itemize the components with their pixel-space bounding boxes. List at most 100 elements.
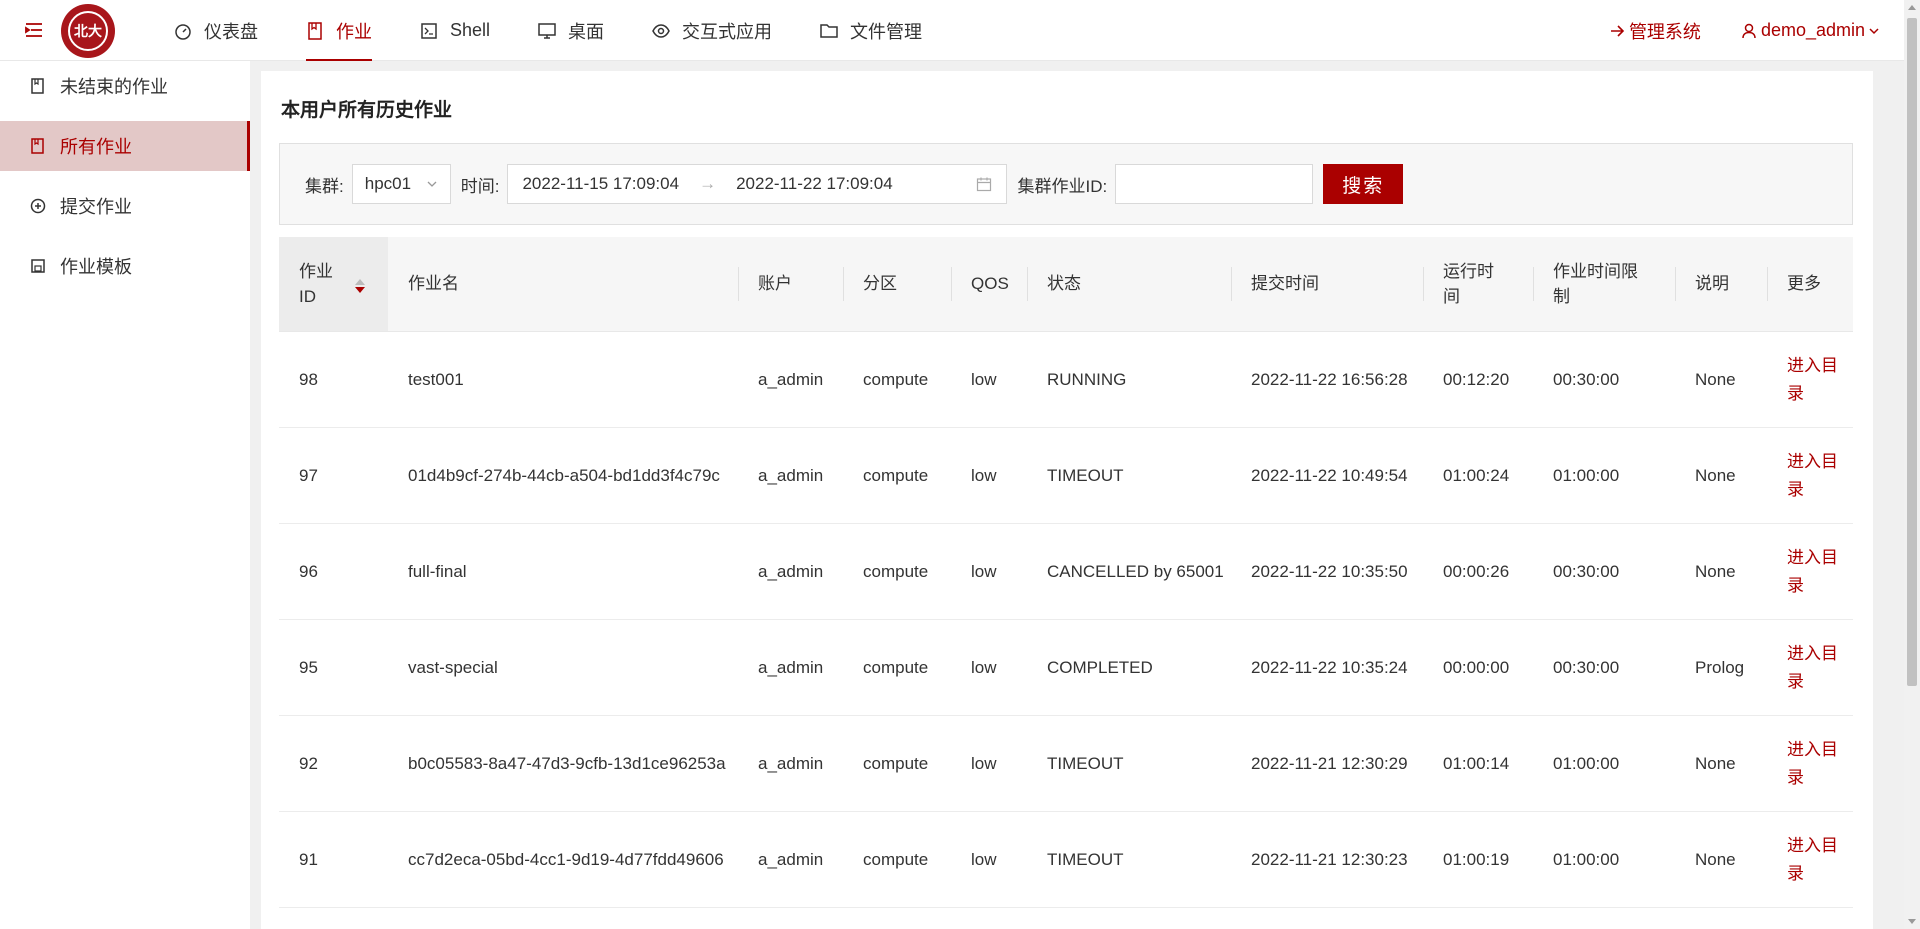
- column-header-more: 更多: [1767, 237, 1853, 331]
- table-row: 91 cc7d2eca-05bd-4cc1-9d19-4d77fdd49606 a_…: [279, 812, 1853, 908]
- enter-directory-link[interactable]: 进入目录: [1767, 332, 1853, 427]
- job-id-input[interactable]: [1115, 164, 1314, 204]
- time-start[interactable]: 2022-11-15 17:09:04: [522, 174, 679, 194]
- dashboard-icon: [175, 23, 191, 40]
- sidebar-item-job-templates[interactable]: 作业模板: [0, 241, 250, 291]
- nav-item-label: 桌面: [568, 21, 605, 42]
- logo[interactable]: 北大: [61, 4, 115, 58]
- admin-system-link[interactable]: 管理系统: [1609, 18, 1701, 44]
- cell-qos: low: [971, 849, 997, 869]
- nav-item-jobs[interactable]: 作业: [282, 0, 396, 61]
- table-row: 97 01d4b9cf-274b-44cb-a504-bd1dd3f4c79c a_…: [279, 428, 1853, 524]
- column-header-time-limit: 作业时间限制: [1533, 237, 1675, 331]
- job-id-label: 集群作业ID:: [1017, 176, 1108, 196]
- column-header-partition: 分区: [843, 237, 951, 331]
- column-header-elapsed: 运行时间: [1423, 237, 1533, 331]
- sidebar-item-submit-job[interactable]: 提交作业: [0, 181, 250, 231]
- book-icon: [308, 21, 322, 40]
- cluster-select-value: hpc01: [364, 174, 412, 193]
- search-button[interactable]: 搜索: [1323, 164, 1404, 204]
- cell-elapsed: 01:00:24: [1443, 465, 1510, 485]
- cell-reason: None: [1695, 369, 1736, 389]
- cell-time-limit: 00:30:00: [1553, 657, 1620, 677]
- scroll-up-arrow-icon[interactable]: [1908, 5, 1916, 10]
- cell-job-name: cc7d2eca-05bd-4cc1-9d19-4d77fdd49606: [408, 849, 724, 869]
- table-row: 96 full-final a_admin compute low CANCELLED b…: [279, 524, 1853, 620]
- cell-job-name: full-final: [408, 561, 467, 581]
- cell-partition: compute: [863, 369, 929, 389]
- cell-partition: compute: [863, 465, 929, 485]
- cell-reason: None: [1695, 753, 1736, 773]
- nav-item-interactive-apps[interactable]: 交互式应用: [628, 0, 796, 61]
- book-icon: [31, 138, 44, 154]
- cell-account: a_admin: [758, 753, 824, 773]
- cell-time-limit: 00:30:00: [1553, 561, 1620, 581]
- scroll-down-arrow-icon[interactable]: [1908, 919, 1916, 924]
- scrollbar-thumb[interactable]: [1907, 18, 1917, 686]
- cell-state: TIMEOUT: [1047, 753, 1124, 773]
- header-right: 管理系统 demo_admin: [1569, 0, 1880, 61]
- enter-directory-link[interactable]: 进入目录: [1767, 620, 1853, 715]
- cell-reason: None: [1695, 849, 1736, 869]
- plus-circle-icon: [30, 198, 46, 214]
- sidebar-item-unfinished-jobs[interactable]: 未结束的作业: [0, 61, 250, 111]
- page-scrollbar[interactable]: [1904, 0, 1920, 929]
- desktop-icon: [538, 22, 556, 39]
- cell-state: COMPLETED: [1047, 657, 1153, 677]
- user-name: demo_admin: [1760, 20, 1865, 40]
- time-end[interactable]: 2022-11-22 17:09:04: [736, 174, 893, 194]
- cell-submit-time: 2022-11-22 16:56:28: [1251, 369, 1408, 389]
- cell-job-name: vast-special: [408, 657, 498, 677]
- cell-time-limit: 01:00:00: [1553, 465, 1620, 485]
- nav-item-label: 文件管理: [850, 21, 923, 42]
- cell-qos: low: [971, 657, 997, 677]
- jobs-table: 作业ID 作业名 账户 分区 QOS 状态 提交时间 运行时间 作业时间限制 说…: [279, 237, 1853, 908]
- cell-account: a_admin: [758, 849, 824, 869]
- main-content: 本用户所有历史作业 集群: hpc01 时间: 2022-11-15 17:09…: [261, 71, 1873, 929]
- table-header: 作业ID 作业名 账户 分区 QOS 状态 提交时间 运行时间 作业时间限制 说…: [279, 237, 1853, 332]
- time-label: 时间:: [460, 176, 500, 196]
- menu-fold-icon[interactable]: [24, 20, 44, 40]
- cell-state: CANCELLED by 65001: [1047, 561, 1224, 581]
- cell-job-id: 96: [299, 561, 318, 581]
- cell-job-name: test001: [408, 369, 464, 389]
- user-menu[interactable]: demo_admin: [1741, 20, 1880, 41]
- column-header-label: 作业ID: [299, 261, 333, 307]
- cell-state: RUNNING: [1047, 369, 1127, 389]
- column-header-submit-time: 提交时间: [1231, 237, 1423, 331]
- column-header-label: 作业时间限制: [1553, 261, 1638, 307]
- cell-state: TIMEOUT: [1047, 849, 1124, 869]
- time-range-picker[interactable]: 2022-11-15 17:09:04 → 2022-11-22 17:09:0…: [507, 164, 1008, 204]
- table-row: 95 vast-special a_admin compute low COMPLETED…: [279, 620, 1853, 716]
- column-header-label: 作业名: [408, 274, 459, 294]
- nav-item-file-manager[interactable]: 文件管理: [796, 0, 946, 61]
- column-header-account: 账户: [738, 237, 843, 331]
- table-body: 98 test001 a_admin compute low RUNNING 2022-11…: [279, 332, 1853, 908]
- sidebar-item-all-jobs[interactable]: 所有作业: [0, 121, 250, 171]
- folder-icon: [820, 23, 838, 38]
- enter-directory-link[interactable]: 进入目录: [1767, 812, 1853, 907]
- cell-time-limit: 01:00:00: [1553, 753, 1620, 773]
- cell-reason: Prolog: [1695, 657, 1745, 677]
- chevron-down-icon: [427, 181, 437, 187]
- cell-elapsed: 01:00:14: [1443, 753, 1510, 773]
- enter-directory-link[interactable]: 进入目录: [1767, 524, 1853, 619]
- cell-job-id: 95: [299, 657, 318, 677]
- enter-directory-link[interactable]: 进入目录: [1767, 716, 1853, 811]
- cell-time-limit: 00:30:00: [1553, 369, 1620, 389]
- nav-item-desktop[interactable]: 桌面: [514, 0, 628, 61]
- cluster-select[interactable]: hpc01: [351, 164, 451, 204]
- nav-item-shell[interactable]: Shell: [396, 0, 514, 61]
- top-nav: 仪表盘 作业 Shell 桌面 交互式应用 文件管理: [150, 0, 946, 61]
- eye-icon: [652, 23, 670, 38]
- admin-system-label: 管理系统: [1628, 21, 1701, 42]
- column-header-job-id[interactable]: 作业ID: [279, 237, 388, 331]
- nav-item-label: 交互式应用: [682, 21, 773, 42]
- cell-elapsed: 01:00:19: [1443, 849, 1510, 869]
- cell-job-id: 97: [299, 465, 318, 485]
- cell-reason: None: [1695, 465, 1736, 485]
- column-header-label: 状态: [1047, 274, 1081, 294]
- nav-item-dashboard[interactable]: 仪表盘: [150, 0, 282, 61]
- enter-directory-link[interactable]: 进入目录: [1767, 428, 1853, 523]
- sort-icon: [355, 279, 365, 293]
